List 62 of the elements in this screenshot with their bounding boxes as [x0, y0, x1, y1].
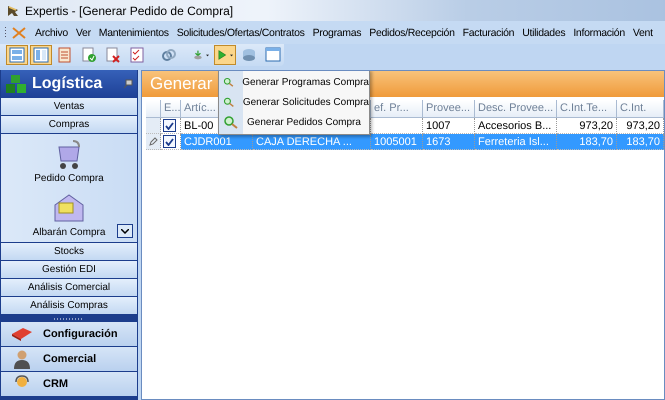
table-cell: 1673 [423, 134, 475, 150]
checkbox[interactable] [163, 135, 176, 148]
module-button[interactable]: Configuración [1, 322, 137, 347]
menu-item[interactable]: Solicitudes/Ofertas/Contratos [172, 26, 309, 38]
sidebar-section-button[interactable]: Gestión EDI [1, 261, 137, 279]
column-header[interactable]: C.Int. [617, 100, 664, 118]
menu-item[interactable]: Archivo [31, 26, 72, 38]
sidebar-item[interactable]: Pedido Compra [34, 172, 104, 184]
link-icon [161, 47, 177, 63]
toolbar-button[interactable] [30, 45, 52, 65]
table-cell: CJDR001 [181, 134, 253, 150]
column-header[interactable]: Provee... [423, 100, 475, 118]
layout-icon [9, 47, 25, 63]
dropdown-arrow-icon [206, 54, 209, 56]
sidebar-section-button[interactable]: Análisis Comercial [1, 279, 137, 297]
table-cell: Ferreteria Isl... [475, 134, 557, 150]
menu-item[interactable]: Ver [72, 26, 95, 38]
columns-icon [33, 47, 49, 63]
checklist-icon [129, 47, 145, 63]
scroll-down-button[interactable] [117, 224, 133, 238]
menu-item[interactable]: Generar Programas Compra [242, 76, 369, 88]
sidebar-section-button[interactable]: Stocks [1, 243, 137, 261]
table-cell: 183,70 [557, 134, 617, 150]
menu-item[interactable]: Pedidos/Recepción [365, 26, 459, 38]
table-cell: 183,70 [617, 134, 664, 150]
window-icon [265, 47, 281, 63]
menu-item[interactable]: Programas [308, 26, 366, 38]
sidebar-section-button[interactable]: Ventas [1, 98, 137, 116]
window-title: Expertis - [Generar Pedido de Compra] [25, 4, 234, 18]
magnifier-arrow-icon[interactable] [223, 115, 239, 129]
menu-item[interactable]: Facturación [458, 26, 518, 38]
table-cell: 1005001 [371, 134, 423, 150]
sidebar-section-button[interactable]: Compras [1, 116, 137, 134]
column-header[interactable]: Desc. Provee... [475, 100, 557, 118]
document-check-icon [81, 47, 97, 63]
column-header[interactable]: C.Int.Te... [557, 100, 617, 118]
document-icon [57, 47, 73, 63]
split-button[interactable] [214, 45, 236, 65]
app-logo-icon [6, 4, 20, 18]
magnifier-arrow-icon[interactable] [223, 95, 235, 109]
column-header[interactable]: ef. Pr... [371, 100, 423, 118]
checkbox[interactable] [163, 119, 176, 132]
toolbar-button[interactable] [6, 45, 28, 65]
menu-item[interactable]: Utilidades [518, 26, 570, 38]
dropdown-arrow-icon [230, 54, 233, 56]
magnifier-arrow-icon[interactable] [223, 75, 234, 89]
sidebar-item[interactable]: Albarán Compra [32, 226, 106, 238]
menu-item[interactable]: Mantenimientos [94, 26, 173, 38]
table-cell: CAJA DERECHA ... [253, 134, 371, 150]
module-button[interactable]: Comercial [1, 347, 137, 372]
module-button[interactable]: CRM [1, 372, 137, 397]
play-icon [217, 47, 227, 63]
row-indicator [146, 118, 161, 134]
document-delete-icon [105, 47, 121, 63]
sidebar-section-button[interactable]: Análisis Compras [1, 297, 137, 315]
database-icon [241, 47, 257, 63]
cubes-icon [5, 74, 27, 94]
menu-item[interactable]: Información [569, 26, 629, 38]
person-icon [11, 349, 33, 369]
menu-item[interactable]: Vent [628, 26, 657, 38]
sidebar-title: Logística [32, 75, 104, 93]
chevron-down-icon [121, 228, 129, 234]
